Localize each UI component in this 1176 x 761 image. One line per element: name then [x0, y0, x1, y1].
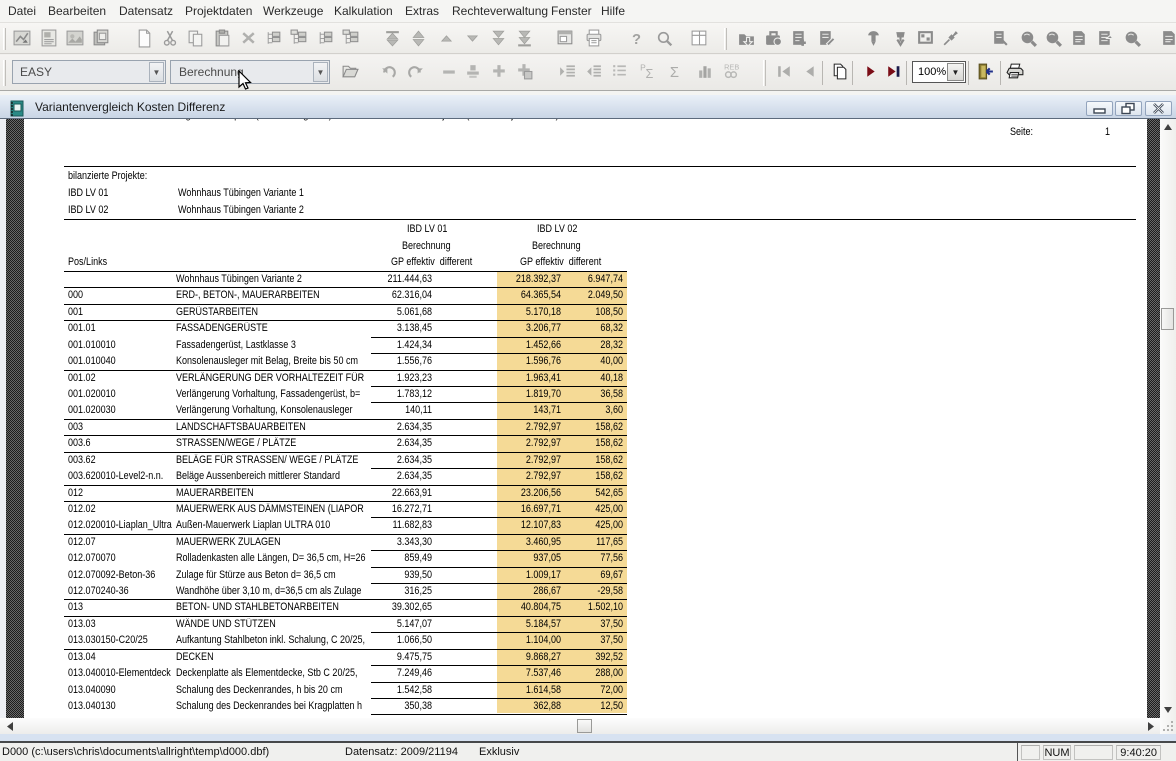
- svg-text:Σ: Σ: [670, 65, 679, 81]
- svg-text:?: ?: [632, 32, 641, 48]
- svg-text:Σ: Σ: [645, 67, 653, 81]
- svg-text:REB: REB: [724, 62, 739, 71]
